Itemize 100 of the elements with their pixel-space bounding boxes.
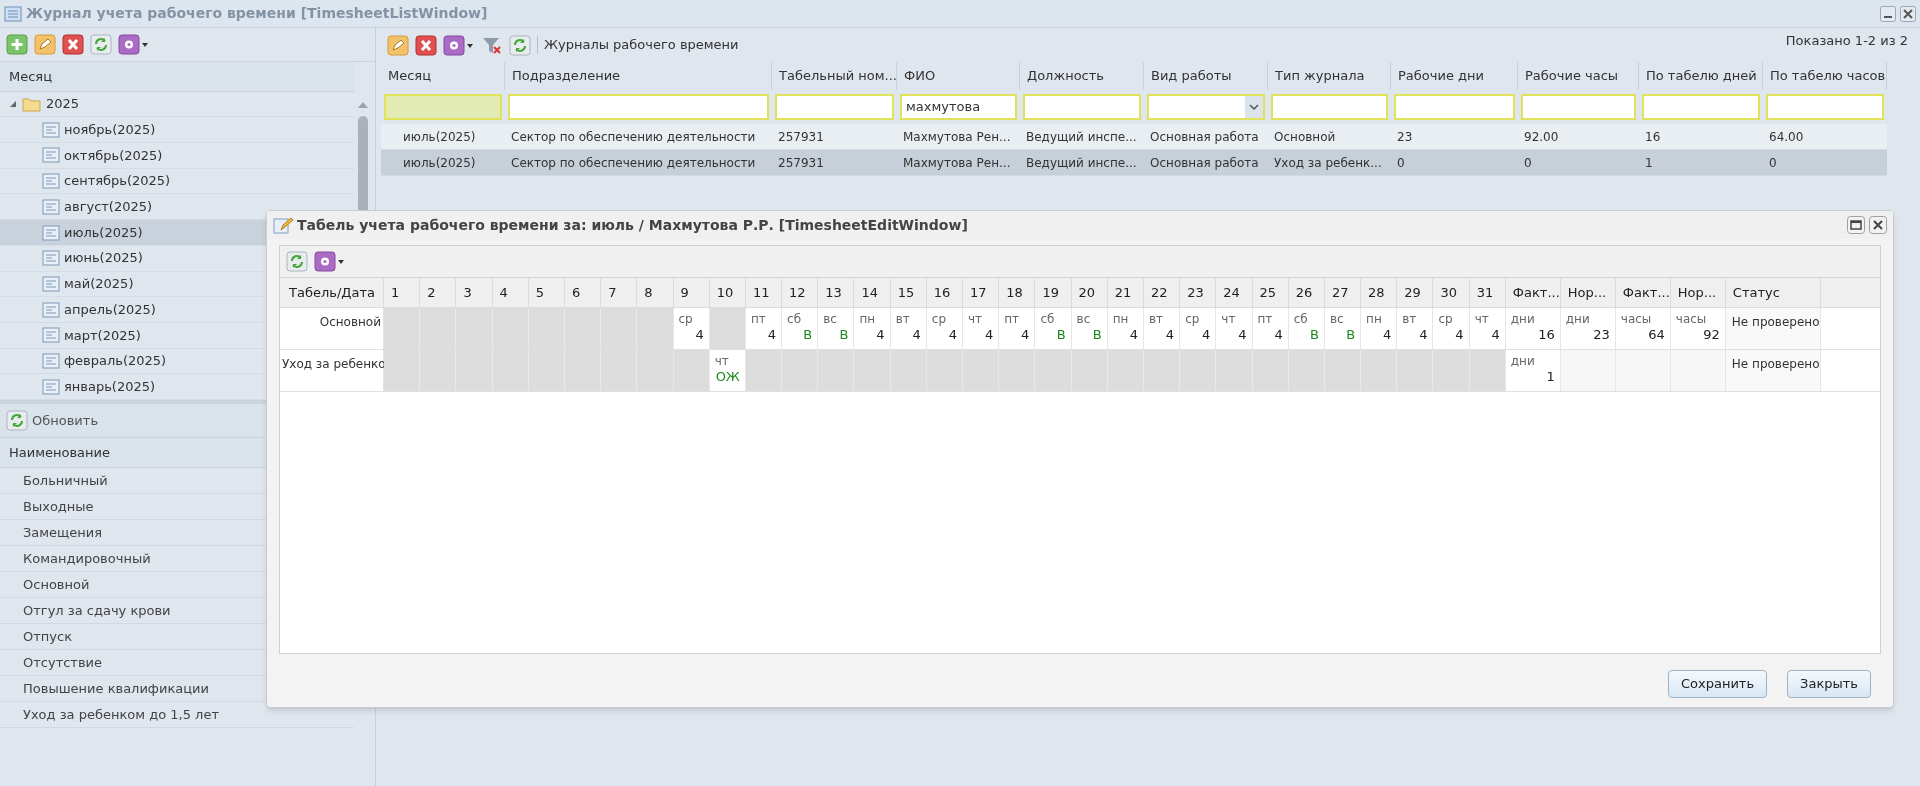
day-cell[interactable]	[1288, 350, 1325, 391]
day-cell[interactable]	[456, 350, 493, 391]
tree-item[interactable]: ноябрь(2025)	[0, 117, 355, 144]
close-button[interactable]	[1869, 216, 1887, 234]
day-cell[interactable]	[384, 350, 421, 391]
day-cell[interactable]	[926, 350, 963, 391]
column-header[interactable]: 14	[854, 278, 891, 307]
day-cell[interactable]	[999, 350, 1036, 391]
day-cell[interactable]	[528, 350, 565, 391]
column-header[interactable]: 3	[456, 278, 493, 307]
filter-field[interactable]	[1023, 94, 1141, 120]
filter-field[interactable]	[1642, 94, 1760, 120]
day-cell[interactable]	[673, 350, 710, 391]
column-header[interactable]: 6	[564, 278, 602, 307]
dialog-button[interactable]: Сохранить	[1667, 670, 1768, 698]
settings-button[interactable]	[118, 34, 150, 55]
day-cell[interactable]	[1433, 350, 1470, 391]
maximize-button[interactable]	[1847, 216, 1865, 234]
day-cell[interactable]	[1252, 350, 1289, 391]
edit-button[interactable]	[387, 34, 409, 56]
column-header[interactable]: 21	[1107, 278, 1144, 307]
day-cell[interactable]	[782, 350, 819, 391]
filter-field[interactable]	[1766, 94, 1884, 120]
column-header[interactable]: 5	[528, 278, 565, 307]
column-header[interactable]: 30	[1433, 278, 1470, 307]
day-cell[interactable]	[1397, 350, 1434, 391]
day-cell[interactable]	[854, 350, 891, 391]
column-header[interactable]: 4	[492, 278, 529, 307]
caret-icon[interactable]	[1245, 96, 1263, 118]
expander-icon[interactable]	[8, 99, 18, 109]
day-cell[interactable]	[1216, 350, 1253, 391]
column-header[interactable]: 8	[637, 278, 674, 307]
refresh-button[interactable]: Обновить	[6, 410, 99, 431]
column-header[interactable]: 26	[1288, 278, 1325, 307]
filter-field[interactable]: махмутова	[900, 94, 1017, 120]
day-cell[interactable]	[1180, 350, 1217, 391]
column-header[interactable]: 28	[1361, 278, 1398, 307]
column-header[interactable]: 29	[1397, 278, 1434, 307]
day-cell[interactable]	[420, 350, 457, 391]
filter-field[interactable]	[775, 94, 894, 120]
tree-item[interactable]: октябрь(2025)	[0, 143, 355, 169]
day-cell[interactable]	[1035, 350, 1072, 391]
table-row[interactable]: июль(2025) Сектор по обеспечению деятельности 257931 Махмутова Рен... Ведущий инспе... Основная работа Основной 23 92.00 16 64.00	[381, 124, 1887, 150]
filter-field[interactable]	[1521, 94, 1636, 120]
filter-field[interactable]	[384, 94, 502, 120]
column-header[interactable]: Нор...	[1670, 278, 1726, 307]
day-cell[interactable]	[818, 350, 855, 391]
column-header[interactable]: 27	[1324, 278, 1362, 307]
column-header[interactable]: 11	[745, 278, 783, 307]
day-cell[interactable]	[1361, 350, 1398, 391]
settings-button[interactable]	[443, 34, 475, 56]
column-header[interactable]: 13	[818, 278, 855, 307]
column-header[interactable]: 17	[963, 278, 1000, 307]
close-button[interactable]	[1900, 5, 1916, 22]
column-header[interactable]: 19	[1035, 278, 1072, 307]
day-cell[interactable]	[1324, 350, 1362, 391]
delete-button[interactable]	[415, 34, 437, 56]
day-cell[interactable]	[564, 350, 602, 391]
add-button[interactable]	[6, 34, 28, 55]
delete-button[interactable]	[62, 34, 84, 55]
day-cell[interactable]	[384, 308, 421, 349]
column-header[interactable]: 18	[999, 278, 1036, 307]
column-header[interactable]: 22	[1143, 278, 1181, 307]
filter-field[interactable]	[508, 94, 769, 120]
column-header[interactable]: Нор...	[1560, 278, 1616, 307]
column-header[interactable]: 2	[420, 278, 457, 307]
tree-node[interactable]: 2025	[0, 91, 355, 118]
edit-button[interactable]	[34, 34, 56, 55]
column-header[interactable]: 24	[1216, 278, 1253, 307]
day-cell[interactable]	[1143, 350, 1181, 391]
day-cell[interactable]	[601, 350, 638, 391]
column-header[interactable]: 7	[601, 278, 638, 307]
tree-item[interactable]: сентябрь(2025)	[0, 168, 355, 195]
minimize-button[interactable]	[1880, 5, 1896, 22]
day-cell[interactable]	[1107, 350, 1144, 391]
day-cell[interactable]	[637, 308, 674, 349]
refresh-button[interactable]	[286, 251, 308, 272]
day-cell[interactable]	[963, 350, 1000, 391]
column-header[interactable]: 10	[709, 278, 746, 307]
column-header[interactable]: Месяц	[0, 62, 355, 92]
column-header[interactable]: Факт...	[1505, 278, 1561, 307]
refresh-button[interactable]	[509, 34, 531, 56]
day-cell[interactable]	[1071, 350, 1108, 391]
column-header[interactable]: 1	[384, 278, 421, 307]
column-header[interactable]: 25	[1252, 278, 1289, 307]
column-header[interactable]: 15	[890, 278, 927, 307]
day-cell[interactable]	[492, 350, 529, 391]
table-row[interactable]: июль(2025) Сектор по обеспечению деятельности 257931 Махмутова Рен... Ведущий инспе... Основная работа Уход за ребенк... 0 0 1 0	[381, 150, 1887, 176]
filter-field[interactable]	[1394, 94, 1515, 120]
filter-field[interactable]	[1271, 94, 1388, 120]
column-header[interactable]: Факт...	[1615, 278, 1671, 307]
filter-dropdown[interactable]	[1147, 94, 1265, 120]
column-header[interactable]: 9	[673, 278, 710, 307]
dialog-button[interactable]: Закрыть	[1787, 670, 1871, 698]
column-header[interactable]: Статус	[1725, 278, 1821, 307]
settings-button[interactable]	[314, 251, 346, 272]
column-header[interactable]: 16	[926, 278, 963, 307]
day-cell[interactable]	[745, 350, 783, 391]
column-header[interactable]: 23	[1180, 278, 1217, 307]
column-header[interactable]: 12	[782, 278, 819, 307]
